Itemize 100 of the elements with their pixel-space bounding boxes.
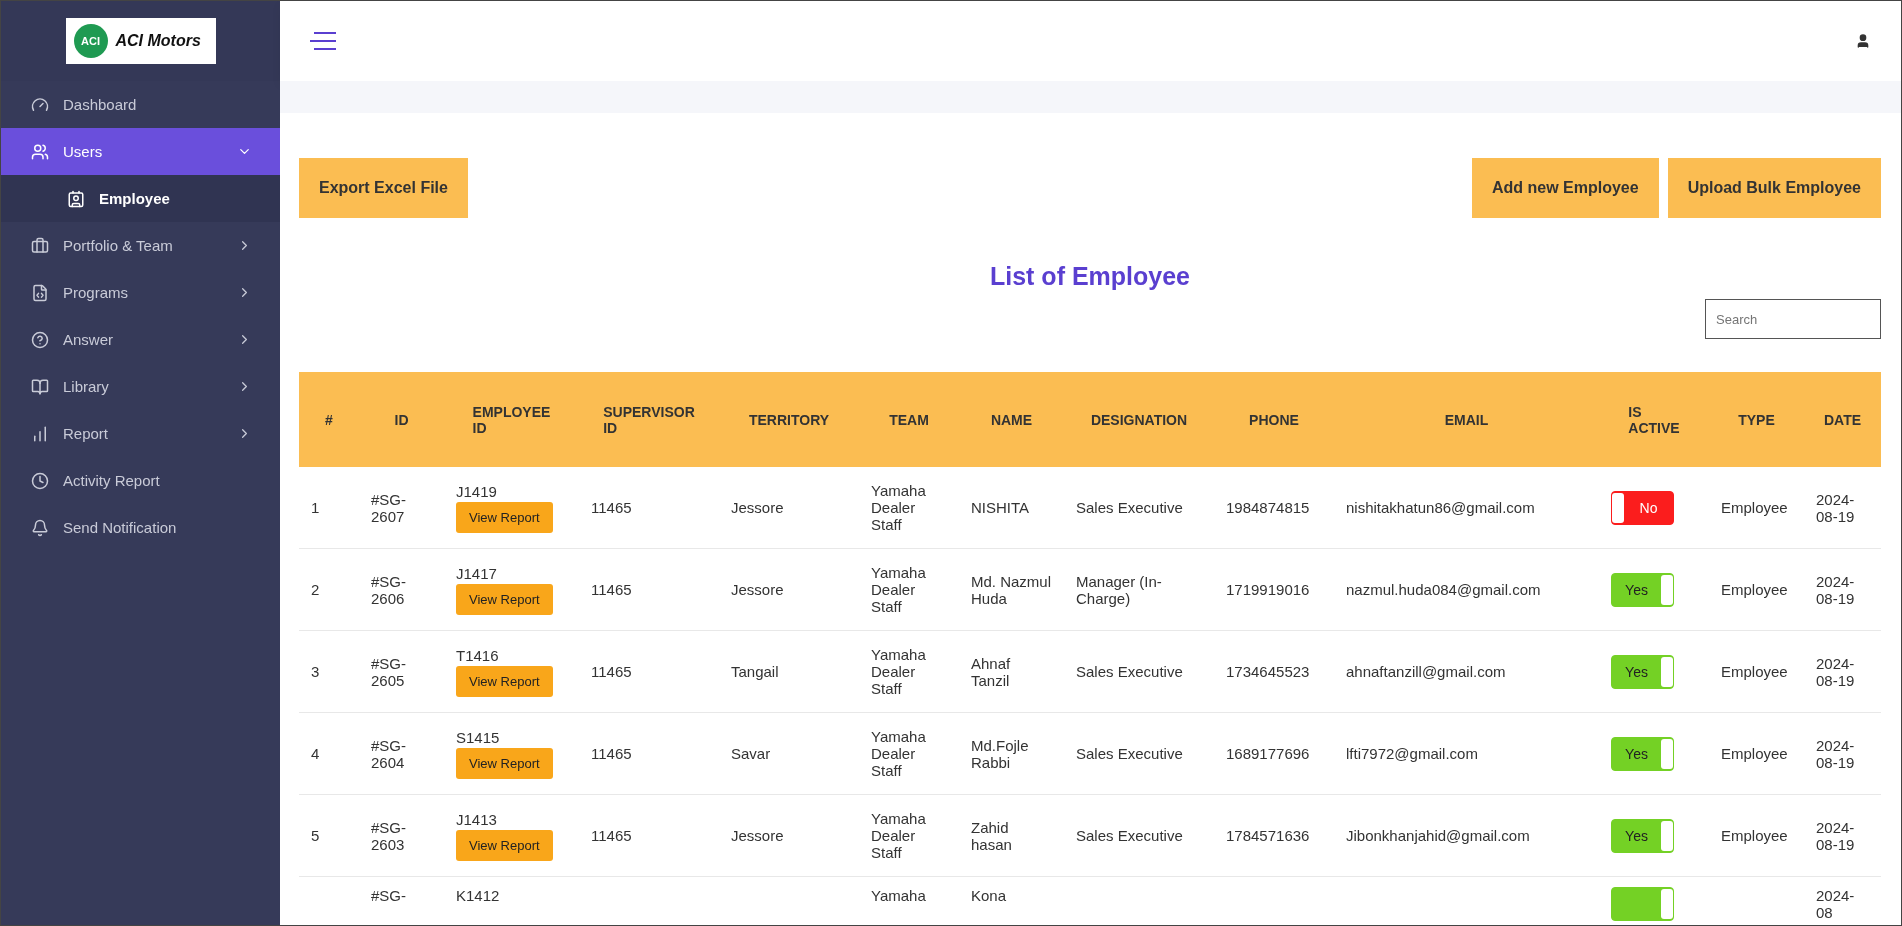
active-toggle[interactable]: Yes xyxy=(1611,572,1674,607)
sidebar-item[interactable]: Send Notification xyxy=(1,504,280,551)
table-cell: Yamaha Dealer Staff xyxy=(871,646,926,697)
column-header: EMAIL xyxy=(1444,411,1489,428)
table-cell: Jessore xyxy=(731,827,784,844)
table-cell: Sales Executive xyxy=(1076,499,1183,516)
view-report-button[interactable]: View Report xyxy=(456,583,553,615)
table-cell: 2024-08-19 xyxy=(1816,736,1855,771)
users-icon xyxy=(31,142,49,161)
sidebar-item[interactable]: Portfolio & Team xyxy=(1,222,280,269)
table-cell: #SG- xyxy=(371,887,406,904)
table-cell: Jessore xyxy=(731,499,784,516)
search-field[interactable]: Search xyxy=(1705,299,1881,339)
table-cell: #SG-2604 xyxy=(371,736,406,771)
export-button[interactable]: Export Excel File xyxy=(299,158,468,218)
table-cell: Employee xyxy=(1721,827,1788,844)
table-cell: Employee xyxy=(1721,499,1788,516)
briefcase-icon xyxy=(31,236,49,255)
table-cell: 1784571636 xyxy=(1226,827,1310,844)
view-report-button[interactable]: View Report xyxy=(456,665,553,697)
view-report-button[interactable]: View Report xyxy=(456,747,553,779)
column-header: TYPE xyxy=(1738,411,1775,428)
code-file-icon xyxy=(31,283,49,302)
column-header: DESIGNATION xyxy=(1090,411,1188,428)
table-cell: Sales Executive xyxy=(1076,827,1183,844)
table-cell: #SG-2605 xyxy=(371,654,406,689)
table-cell: Yamaha Dealer Staff xyxy=(871,810,926,861)
user-icon[interactable] xyxy=(1855,33,1871,49)
active-toggle[interactable]: Yes xyxy=(1611,736,1674,771)
sidebar-item[interactable]: Dashboard xyxy=(1,81,280,128)
table-cell: J1419 xyxy=(456,482,497,500)
table-cell: T1416 xyxy=(456,646,499,664)
toolbar-button[interactable]: Upload Bulk Employee xyxy=(1667,158,1881,218)
view-report-button[interactable]: View Report xyxy=(456,501,553,533)
help-icon xyxy=(31,330,49,349)
sidebar-item[interactable]: Report xyxy=(1,410,280,457)
clock-icon xyxy=(31,471,49,490)
bell-icon xyxy=(31,518,49,537)
table-cell: 11465 xyxy=(591,499,632,516)
table-cell: #SG-2607 xyxy=(371,490,406,525)
table-cell: Jessore xyxy=(731,581,784,598)
table-cell: Yamaha Dealer Staff xyxy=(871,482,926,533)
column-header: # xyxy=(325,411,333,428)
sidebar-item[interactable]: Users xyxy=(1,128,280,175)
column-header: NAME xyxy=(990,411,1033,428)
table-cell: ahnaftanzill@gmail.com xyxy=(1346,663,1506,680)
table-cell: Zahid hasan xyxy=(971,818,1012,853)
sidebar-item[interactable]: Answer xyxy=(1,316,280,363)
table-cell: nishitakhatun86@gmail.com xyxy=(1346,499,1535,516)
contact-card-icon xyxy=(67,189,85,208)
table-cell: Yamaha Dealer Staff xyxy=(871,564,926,615)
active-toggle[interactable]: Yes xyxy=(1611,818,1674,853)
view-report-button[interactable]: View Report xyxy=(456,829,553,861)
table-cell: Jibonkhanjahid@gmail.com xyxy=(1346,827,1530,844)
book-icon xyxy=(31,377,49,396)
active-toggle[interactable]: Yes xyxy=(1611,654,1674,689)
active-toggle[interactable]: No xyxy=(1611,490,1674,525)
column-header: ID xyxy=(394,411,409,428)
table-cell: Md.Fojle Rabbi xyxy=(971,736,1029,771)
table-cell: 2024-08-19 xyxy=(1816,818,1855,853)
table-cell: J1417 xyxy=(456,564,497,582)
gauge-icon xyxy=(31,95,49,114)
sidebar-subitem[interactable]: Employee xyxy=(1,175,280,222)
table-cell: Employee xyxy=(1721,745,1788,762)
column-header: TERRITORY xyxy=(748,411,830,428)
table-cell: Employee xyxy=(1721,581,1788,598)
active-toggle[interactable] xyxy=(1611,887,1674,921)
table-cell: Manager (In-Charge) xyxy=(1076,572,1162,607)
table-cell: lfti7972@gmail.com xyxy=(1346,745,1478,762)
table-cell: 1984874815 xyxy=(1226,499,1310,516)
table-cell: Tangail xyxy=(731,663,779,680)
column-header: TEAM xyxy=(889,411,929,428)
column-header: IS ACTIVE xyxy=(1628,403,1680,436)
table-cell: Savar xyxy=(731,745,771,762)
table-cell: J1413 xyxy=(456,810,497,828)
table-cell: Sales Executive xyxy=(1076,663,1183,680)
sidebar-item[interactable]: Activity Report xyxy=(1,457,280,504)
table-cell: 5 xyxy=(311,827,320,844)
table-cell: Yamaha xyxy=(871,887,926,904)
table-cell: Yamaha Dealer Staff xyxy=(871,728,926,779)
column-header: EMPLOYEE ID xyxy=(472,403,551,436)
table-cell: NISHITA xyxy=(971,499,1030,516)
table-cell: #SG-2606 xyxy=(371,572,406,607)
table-cell: 2024-08-19 xyxy=(1816,654,1855,689)
sidebar-item[interactable]: Library xyxy=(1,363,280,410)
table-cell: Kona xyxy=(971,887,1007,904)
table-cell: 2024-08-19 xyxy=(1816,572,1855,607)
table-cell: Employee xyxy=(1721,663,1788,680)
table-cell: 2 xyxy=(311,581,320,598)
table-cell: 3 xyxy=(311,663,320,680)
logo-badge: ACI xyxy=(73,24,108,58)
sidebar-item[interactable]: Programs xyxy=(1,269,280,316)
table-cell: 11465 xyxy=(591,663,632,680)
toolbar-button[interactable]: Add new Employee xyxy=(1471,158,1659,218)
table-cell: 1689177696 xyxy=(1226,745,1310,762)
table-cell: 1 xyxy=(311,499,320,516)
column-header: SUPERVISOR ID xyxy=(603,403,695,436)
menu-icon[interactable] xyxy=(310,31,338,51)
column-header: PHONE xyxy=(1249,411,1299,428)
table-cell: 2024-08-19 xyxy=(1816,490,1855,525)
